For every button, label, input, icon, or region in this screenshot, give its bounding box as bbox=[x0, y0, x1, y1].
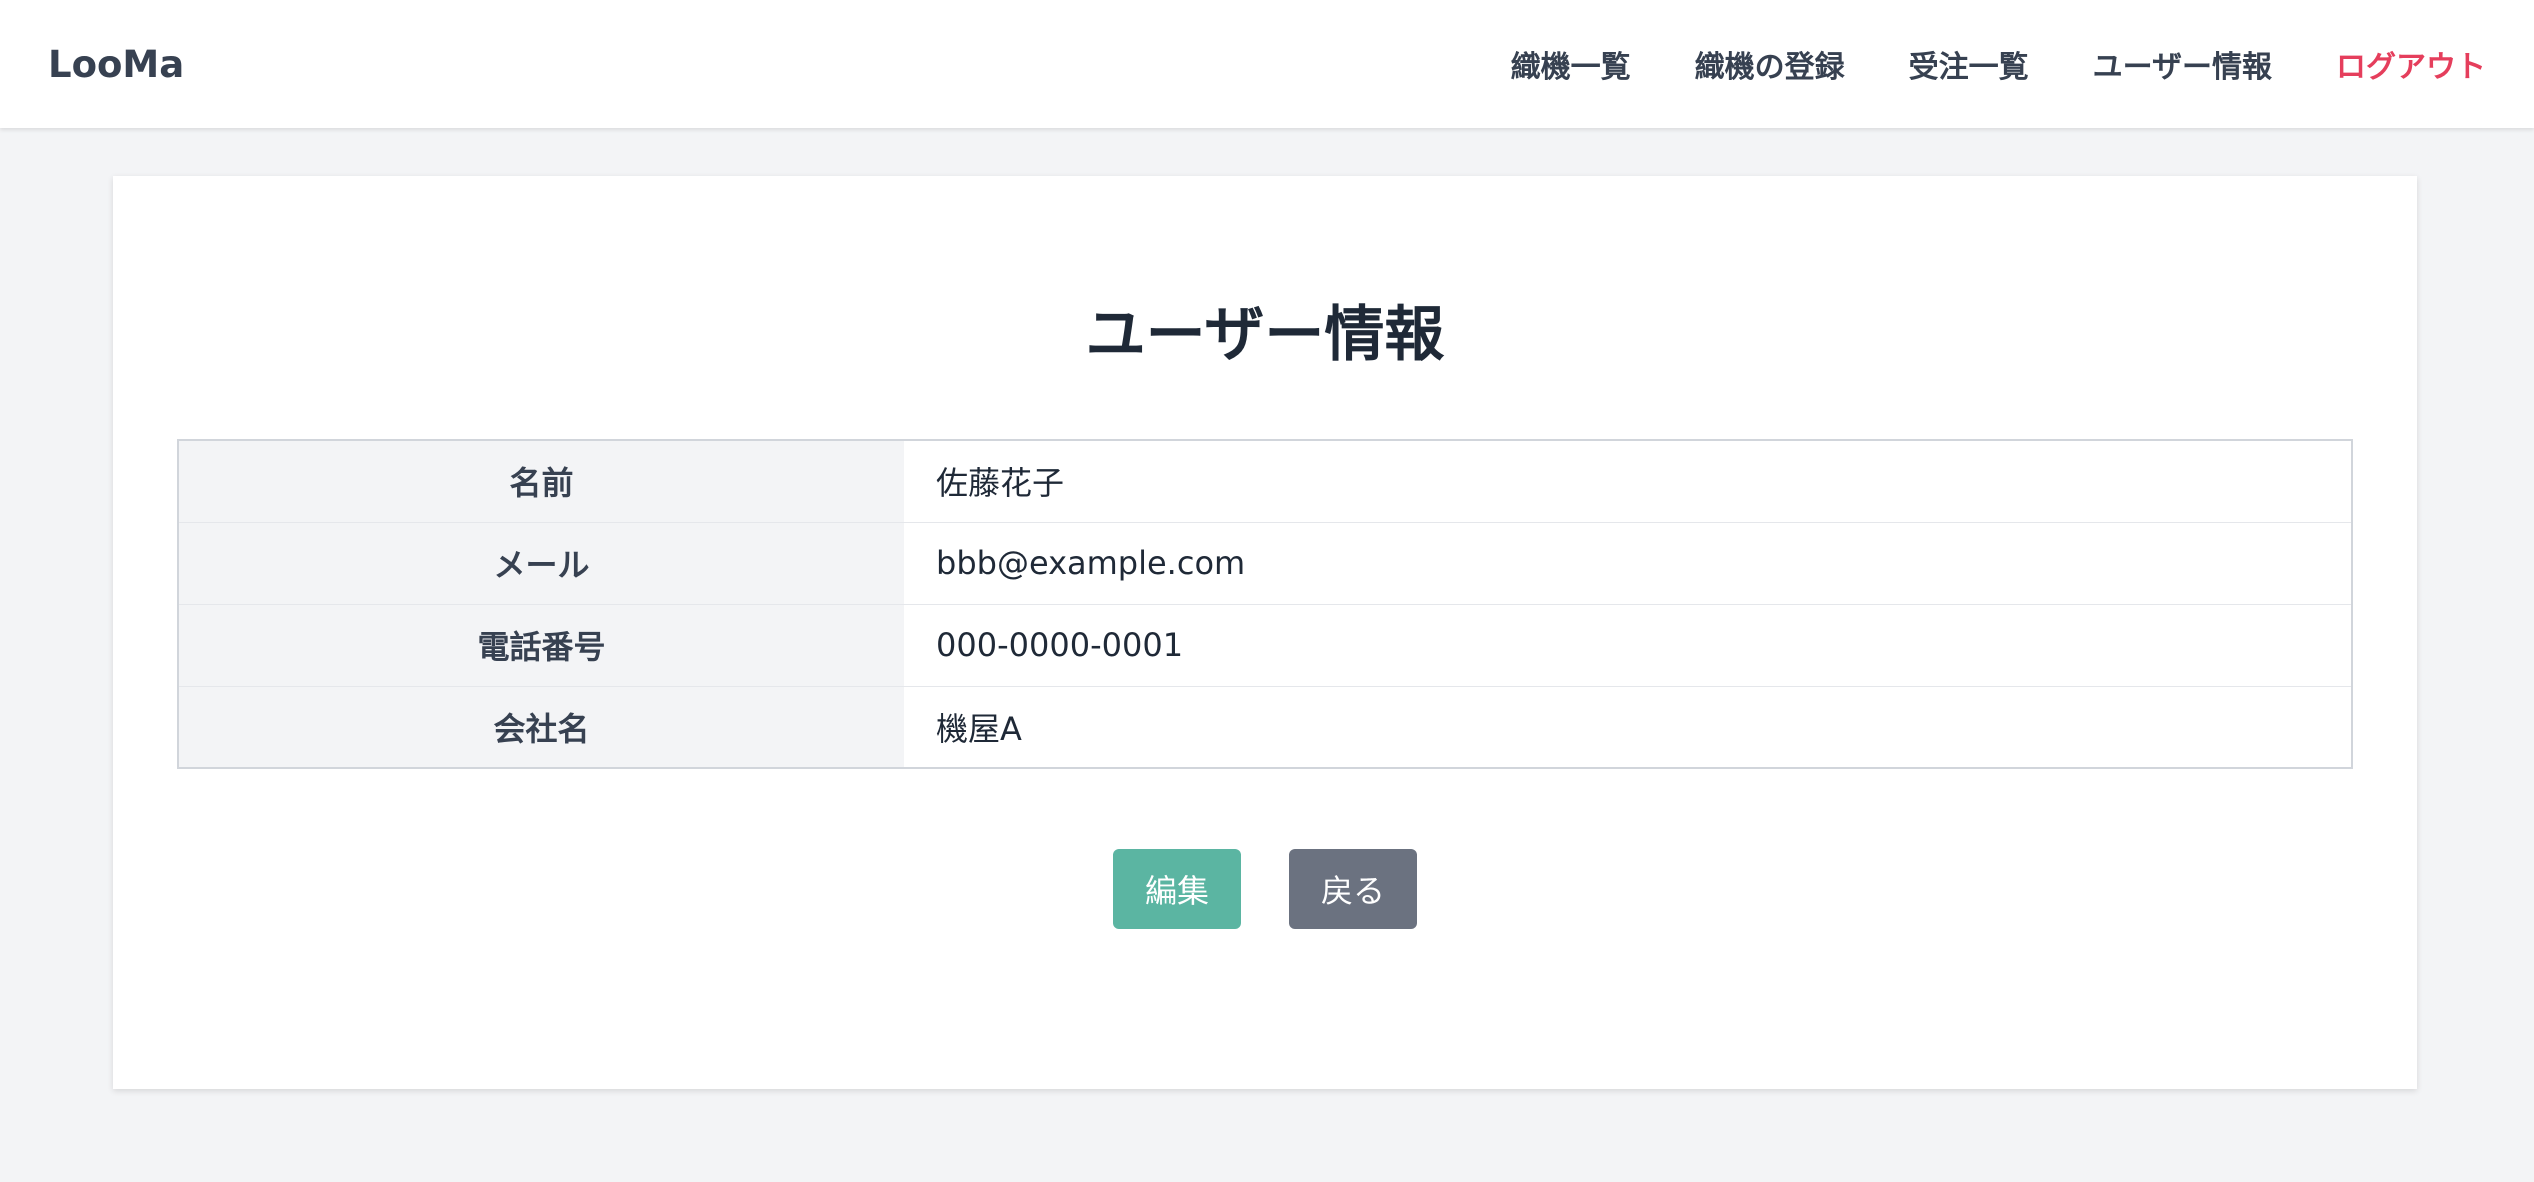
row-value-name: 佐藤花子 bbox=[904, 439, 2352, 523]
nav-link-user-info[interactable]: ユーザー情報 bbox=[2093, 42, 2272, 86]
user-info-table: 名前 佐藤花子 メール bbb@example.com 電話番号 000-000… bbox=[177, 439, 2353, 769]
table-row: 会社名 機屋A bbox=[178, 685, 2352, 769]
row-label-company: 会社名 bbox=[178, 685, 904, 769]
navbar: LooMa 織機一覧 織機の登録 受注一覧 ユーザー情報 ログアウト bbox=[0, 0, 2534, 128]
row-label-email: メール bbox=[178, 521, 904, 605]
user-info-card: ユーザー情報 名前 佐藤花子 メール bbb@example.com 電話番号 … bbox=[113, 176, 2417, 1089]
row-label-name: 名前 bbox=[178, 439, 904, 523]
brand-logo[interactable]: LooMa bbox=[48, 43, 184, 86]
row-value-email: bbb@example.com bbox=[904, 521, 2352, 605]
nav-link-loom-register[interactable]: 織機の登録 bbox=[1695, 42, 1845, 86]
back-button[interactable]: 戻る bbox=[1289, 849, 1417, 929]
nav-link-loom-list[interactable]: 織機一覧 bbox=[1511, 42, 1631, 86]
page-title: ユーザー情報 bbox=[1085, 300, 1445, 370]
row-label-phone: 電話番号 bbox=[178, 603, 904, 687]
nav-links: 織機一覧 織機の登録 受注一覧 ユーザー情報 ログアウト bbox=[1511, 42, 2486, 86]
row-value-phone: 000-0000-0001 bbox=[904, 603, 2352, 687]
table-row: メール bbb@example.com bbox=[178, 521, 2352, 605]
action-buttons: 編集 戻る bbox=[113, 849, 2417, 929]
row-value-company: 機屋A bbox=[904, 685, 2352, 769]
edit-button[interactable]: 編集 bbox=[1113, 849, 1241, 929]
table-row: 名前 佐藤花子 bbox=[178, 439, 2352, 523]
nav-link-logout[interactable]: ログアウト bbox=[2336, 42, 2486, 86]
table-row: 電話番号 000-0000-0001 bbox=[178, 603, 2352, 687]
nav-link-order-list[interactable]: 受注一覧 bbox=[1909, 42, 2029, 86]
